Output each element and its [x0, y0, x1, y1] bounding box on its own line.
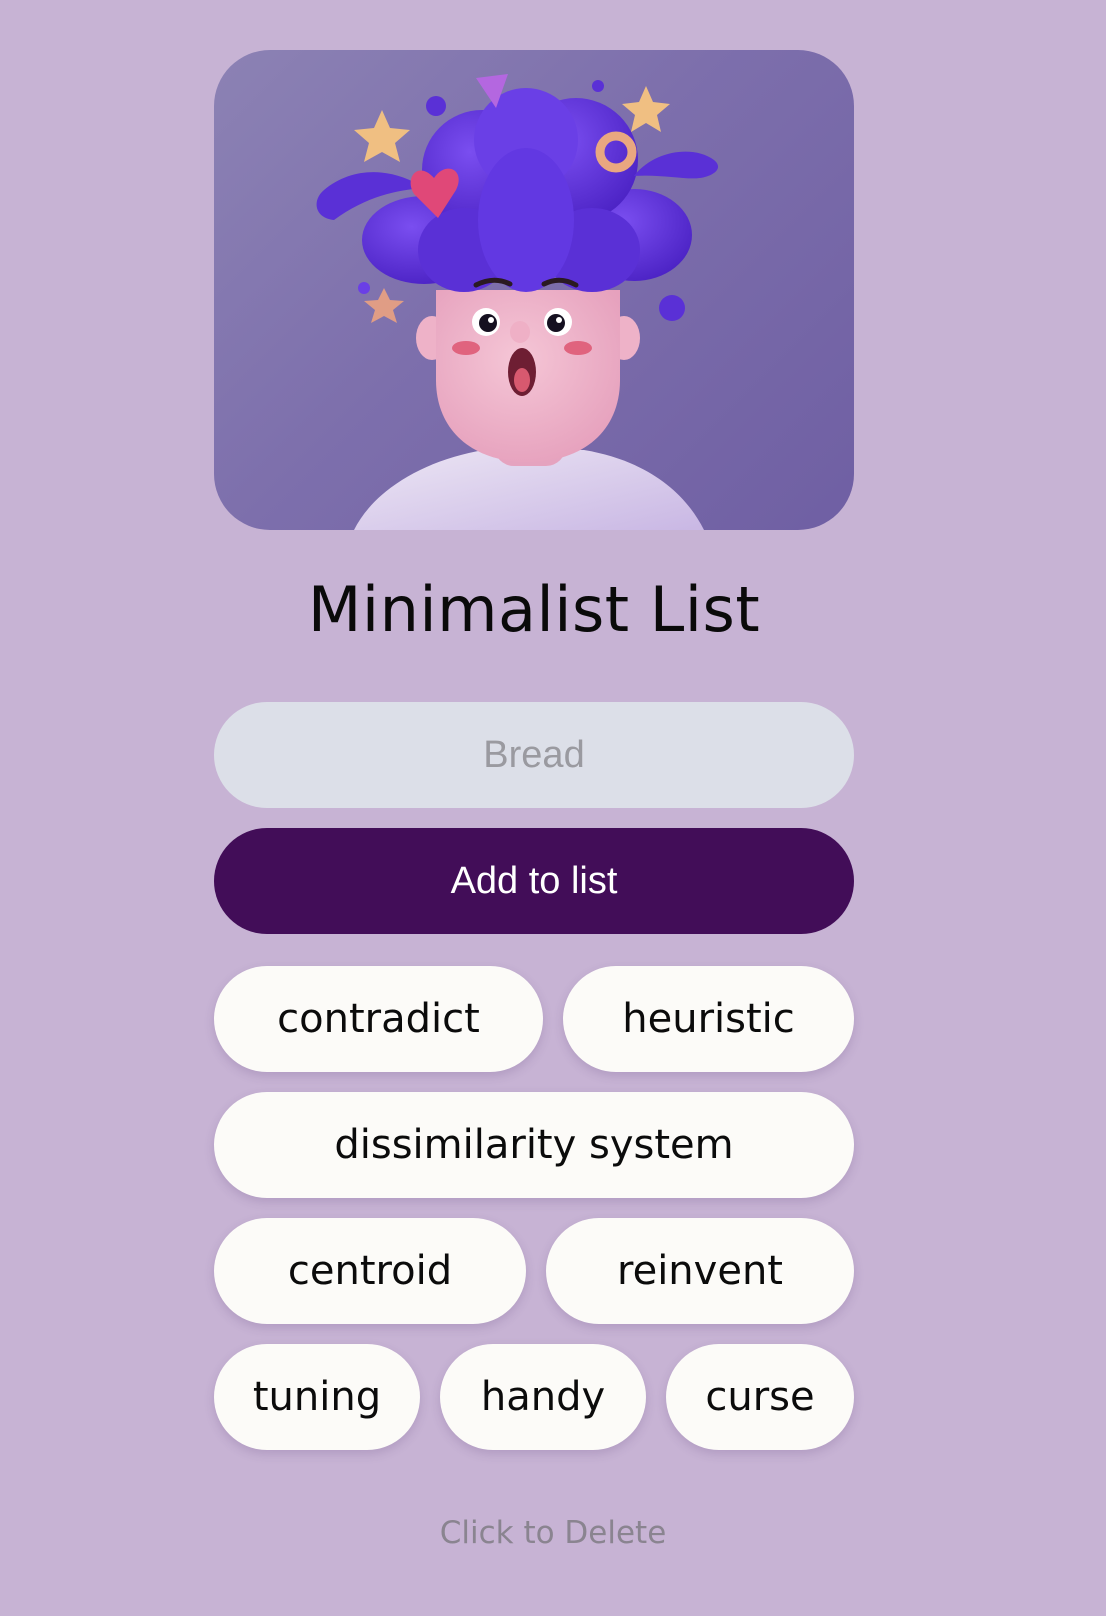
list-row: dissimilarity system [214, 1092, 854, 1198]
add-to-list-button[interactable]: Add to list [214, 828, 854, 934]
list-item[interactable]: reinvent [546, 1218, 854, 1324]
item-input[interactable] [214, 702, 854, 808]
list-item[interactable]: handy [440, 1344, 646, 1450]
app-container: Minimalist List Add to list contradict h… [214, 50, 854, 1470]
surprised-character-illustration [316, 74, 719, 530]
list-row: centroid reinvent [214, 1218, 854, 1324]
list-item[interactable]: centroid [214, 1218, 526, 1324]
list-item[interactable]: tuning [214, 1344, 420, 1450]
delete-hint: Click to Delete [439, 1515, 667, 1551]
list-item[interactable]: curse [666, 1344, 854, 1450]
list-items: contradict heuristic dissimilarity syste… [214, 966, 854, 1450]
page-title: Minimalist List [307, 573, 761, 646]
list-row: contradict heuristic [214, 966, 854, 1072]
list-item[interactable]: heuristic [563, 966, 854, 1072]
list-item[interactable]: dissimilarity system [214, 1092, 854, 1198]
list-row: tuning handy curse [214, 1344, 854, 1450]
hero-image [214, 50, 854, 530]
list-item[interactable]: contradict [214, 966, 543, 1072]
